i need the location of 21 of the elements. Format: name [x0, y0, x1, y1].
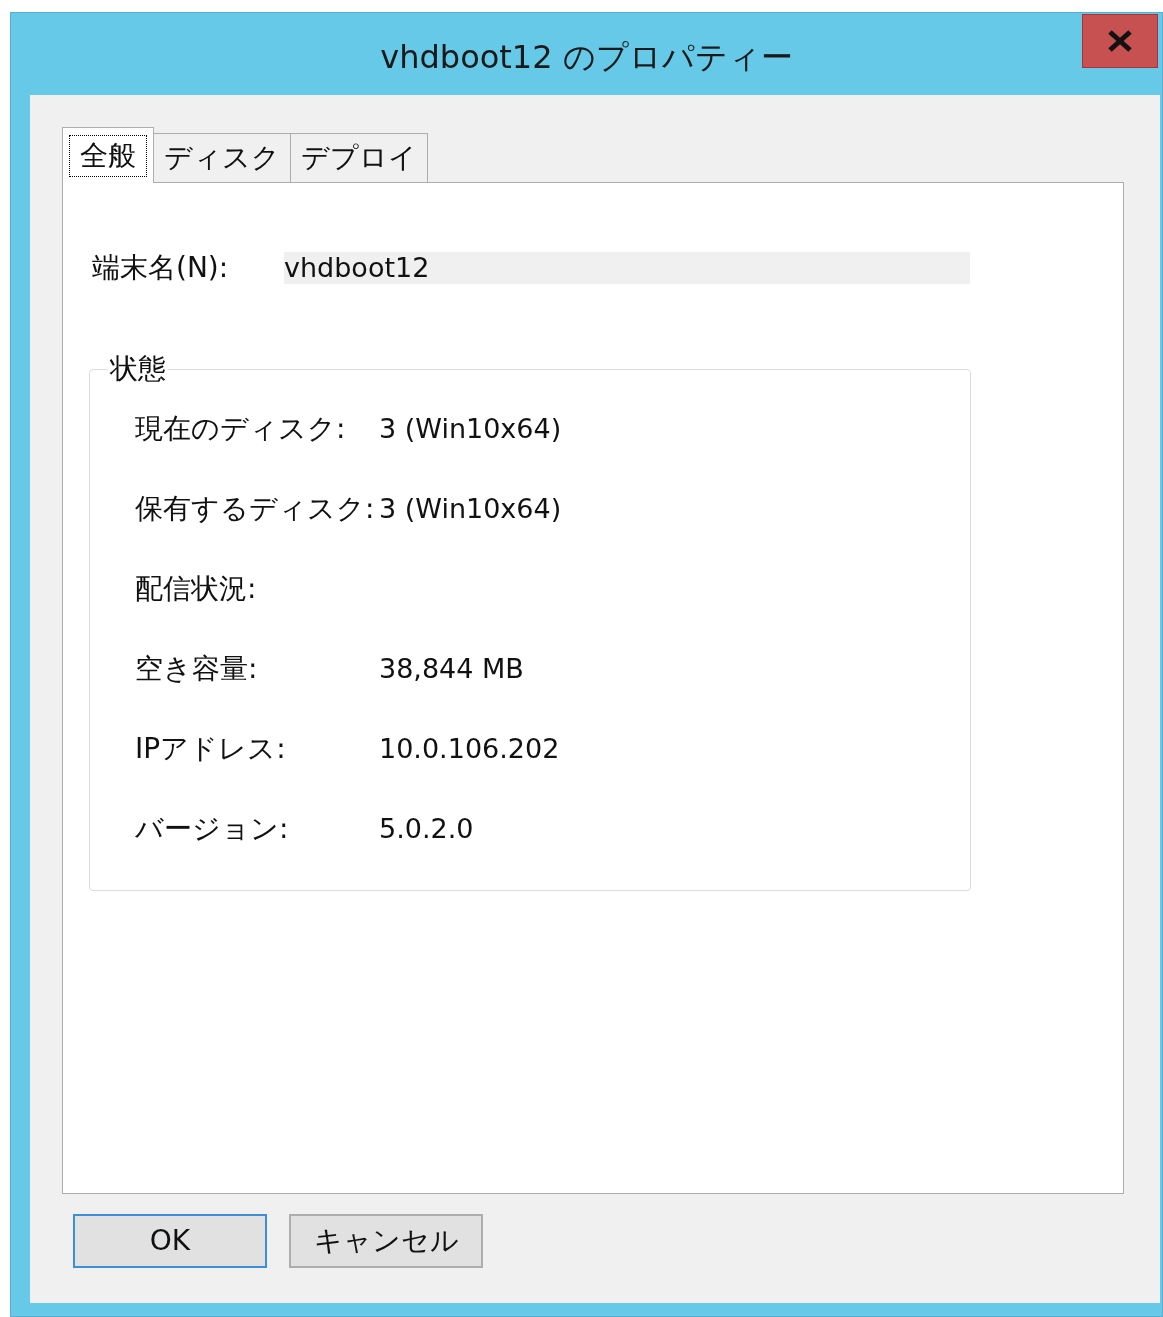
status-label: 空き容量:: [135, 651, 259, 687]
dialog-button[interactable]: OK: [73, 1214, 267, 1268]
status-label: 保有するディスク:: [135, 491, 376, 527]
window-title: vhdboot12 のプロパティー: [380, 37, 793, 78]
tab[interactable]: 全般: [62, 127, 154, 183]
close-button[interactable]: [1082, 14, 1158, 68]
name-field[interactable]: vhdboot12: [284, 252, 970, 284]
status-value: 3 (Win10x64): [379, 411, 562, 446]
status-label: 配信状況:: [135, 571, 258, 607]
status-label: IPアドレス:: [135, 731, 287, 767]
close-icon: [1107, 30, 1133, 52]
status-value: 38,844 MB: [379, 651, 524, 686]
tab[interactable]: ディスク: [154, 133, 291, 183]
field-label: 端末名(N):: [92, 250, 230, 286]
status-value: 5.0.2.0: [379, 811, 474, 846]
dialog-button[interactable]: キャンセル: [289, 1214, 483, 1268]
status-value: 10.0.106.202: [379, 731, 560, 766]
tab[interactable]: デプロイ: [291, 133, 428, 183]
status-label: バージョン:: [135, 811, 290, 847]
status-value: 3 (Win10x64): [379, 491, 562, 526]
status-label: 現在のディスク:: [135, 411, 347, 447]
